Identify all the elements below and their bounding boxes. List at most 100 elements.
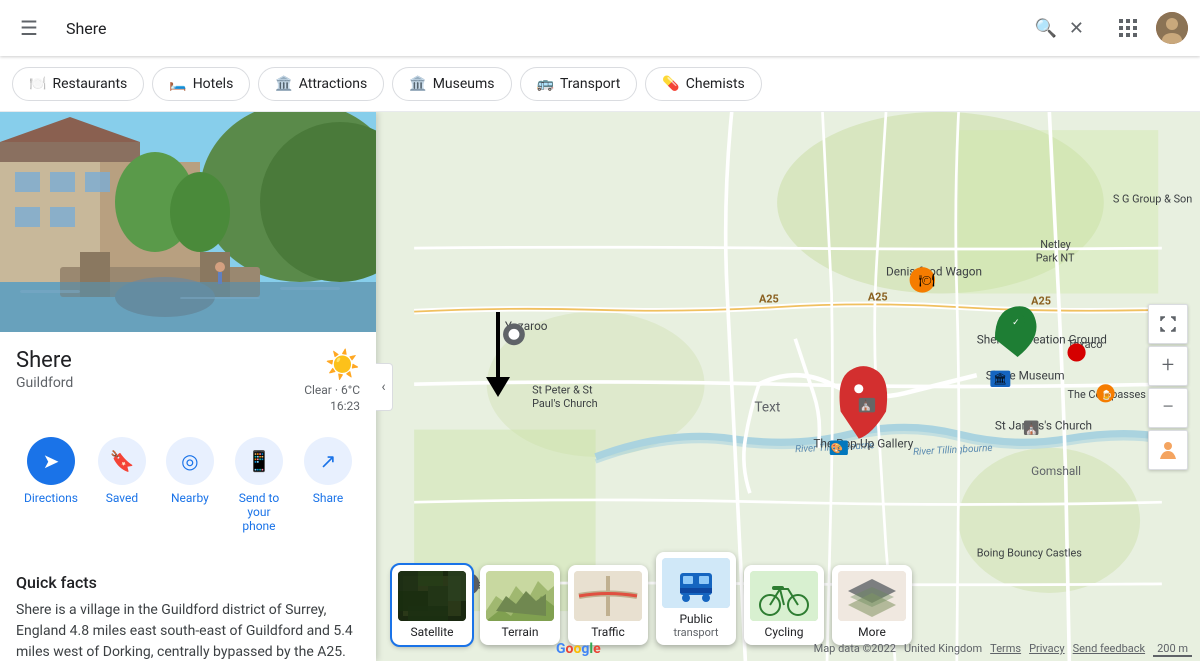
- share-button[interactable]: ↗ Share: [296, 429, 360, 541]
- more-label: More: [858, 625, 886, 639]
- category-pill-attractions[interactable]: 🏛️ Attractions: [258, 67, 384, 101]
- avatar[interactable]: [1156, 12, 1188, 44]
- satellite-thumb: [398, 571, 466, 621]
- svg-text:A25: A25: [1031, 294, 1051, 307]
- terrain-label: Terrain: [502, 625, 539, 639]
- weather-icon: ☀️: [325, 348, 360, 381]
- terms-link[interactable]: Terms: [990, 642, 1021, 657]
- category-pill-chemists[interactable]: 💊 Chemists: [645, 67, 761, 101]
- category-pill-transport[interactable]: 🚌 Transport: [520, 67, 638, 101]
- apps-icon[interactable]: [1108, 8, 1148, 48]
- traffic-label: Traffic: [591, 625, 625, 639]
- layer-public-transport[interactable]: Public transport: [656, 552, 736, 645]
- category-label-chemists: Chemists: [686, 76, 745, 92]
- svg-text:✓: ✓: [1012, 318, 1020, 328]
- share-icon-circle: ↗: [304, 437, 352, 485]
- category-pill-hotels[interactable]: 🛏️ Hotels: [152, 67, 250, 101]
- send-to-phone-label: Send to your phone: [234, 491, 284, 533]
- svg-text:Text: Text: [754, 399, 780, 415]
- svg-text:Park NT: Park NT: [1036, 252, 1075, 265]
- map-area[interactable]: River Tillingbourne River Tillingbourne: [376, 112, 1200, 661]
- directions-button[interactable]: ➤ Directions: [16, 429, 86, 541]
- map-background: River Tillingbourne River Tillingbourne: [376, 112, 1200, 661]
- street-view-button[interactable]: [1148, 430, 1188, 470]
- zoom-out-button[interactable]: −: [1148, 388, 1188, 428]
- scale-bar: 200 m: [1153, 642, 1192, 657]
- category-label-museums: Museums: [433, 76, 495, 92]
- svg-text:🏛: 🏛: [993, 372, 1007, 385]
- saved-button[interactable]: 🔖 Saved: [90, 429, 154, 541]
- place-subtitle: Guildford: [16, 375, 73, 391]
- cycling-thumb: [750, 571, 818, 621]
- category-bar: 🍽️ Restaurants 🛏️ Hotels 🏛️ Attractions …: [0, 56, 1200, 112]
- svg-text:S G Group & Son: S G Group & Son: [1113, 193, 1192, 206]
- layer-terrain[interactable]: Terrain: [480, 565, 560, 645]
- category-pill-restaurants[interactable]: 🍽️ Restaurants: [12, 67, 144, 101]
- top-right-icons: [1108, 8, 1188, 48]
- send-feedback-link[interactable]: Send feedback: [1073, 642, 1145, 657]
- layer-cycling[interactable]: Cycling: [744, 565, 824, 645]
- share-label: Share: [313, 491, 344, 505]
- send-to-phone-button[interactable]: 📱 Send to your phone: [226, 429, 292, 541]
- svg-text:⛪: ⛪: [860, 399, 872, 412]
- action-buttons: ➤ Directions 🔖 Saved ◎ Nearby 📱: [0, 421, 376, 557]
- terrain-thumb: [486, 571, 554, 621]
- layer-traffic[interactable]: Traffic: [568, 565, 648, 645]
- copyright-text: Map data ©2022: [814, 642, 896, 657]
- svg-text:Gomshall: Gomshall: [1031, 464, 1081, 478]
- share-arrow-icon: ↗: [320, 449, 337, 473]
- search-icon[interactable]: 🔍: [1030, 14, 1060, 43]
- nearby-label: Nearby: [171, 491, 209, 505]
- more-thumb: [838, 571, 906, 621]
- satellite-label: Satellite: [411, 625, 454, 639]
- quick-facts-section: Quick facts Shere is a village in the Gu…: [0, 557, 376, 661]
- arrow-shaft: [496, 312, 500, 377]
- transport-label-sub: transport: [674, 626, 719, 639]
- layer-more[interactable]: More: [832, 565, 912, 645]
- chemist-icon: 💊: [662, 76, 679, 92]
- map-layers-panel: Satellite Terrain: [392, 552, 912, 645]
- collapse-panel-button[interactable]: ‹: [376, 363, 393, 411]
- museum-icon: 🏛️: [409, 76, 426, 92]
- hamburger-icon[interactable]: ☰: [12, 8, 46, 48]
- chevron-left-icon: ‹: [381, 379, 385, 395]
- saved-icon-circle: 🔖: [98, 437, 146, 485]
- weather-time: 16:23: [330, 399, 360, 413]
- place-info: Shere Guildford ☀️ Clear · 6°C 16:23: [0, 332, 376, 421]
- saved-label: Saved: [106, 491, 138, 505]
- attraction-icon: 🏛️: [275, 76, 292, 92]
- category-label-hotels: Hotels: [193, 76, 234, 92]
- top-bar: ☰ Shere 🔍 ✕: [0, 0, 1200, 56]
- search-text: Shere: [66, 19, 1031, 38]
- svg-text:Boing Bouncy Castles: Boing Bouncy Castles: [977, 547, 1083, 560]
- privacy-link[interactable]: Privacy: [1029, 642, 1065, 657]
- cycling-label: Cycling: [765, 625, 804, 639]
- svg-text:🍽: 🍽: [919, 273, 935, 288]
- layer-satellite[interactable]: Satellite: [392, 565, 472, 645]
- directions-arrow-icon: ➤: [43, 449, 60, 473]
- category-pill-museums[interactable]: 🏛️ Museums: [392, 67, 511, 101]
- nearby-icon-circle: ◎: [166, 437, 214, 485]
- zoom-in-button[interactable]: +: [1148, 346, 1188, 386]
- svg-text:A25: A25: [759, 293, 779, 306]
- hotel-icon: 🛏️: [169, 76, 186, 92]
- weather-info: ☀️ Clear · 6°C 16:23: [304, 348, 360, 413]
- fullscreen-button[interactable]: [1148, 304, 1188, 344]
- map-controls: + −: [1148, 304, 1188, 470]
- category-label-restaurants: Restaurants: [52, 76, 127, 92]
- svg-text:Netley: Netley: [1040, 238, 1071, 251]
- traffic-thumb: [574, 571, 642, 621]
- hero-image[interactable]: [0, 112, 376, 332]
- svg-text:🍺: 🍺: [1101, 389, 1112, 401]
- transport-label: Public: [679, 612, 712, 626]
- close-icon[interactable]: ✕: [1065, 14, 1088, 43]
- nearby-location-icon: ◎: [181, 449, 198, 473]
- svg-text:St James's Church: St James's Church: [995, 419, 1092, 433]
- arrow-head: [486, 377, 510, 397]
- attribution-text: United Kingdom: [904, 642, 982, 657]
- quick-facts-text: Shere is a village in the Guildford dist…: [16, 600, 360, 661]
- arrow-annotation: [486, 312, 510, 397]
- nearby-button[interactable]: ◎ Nearby: [158, 429, 222, 541]
- svg-text:⛪: ⛪: [1025, 421, 1039, 435]
- phone-icon: 📱: [247, 449, 272, 473]
